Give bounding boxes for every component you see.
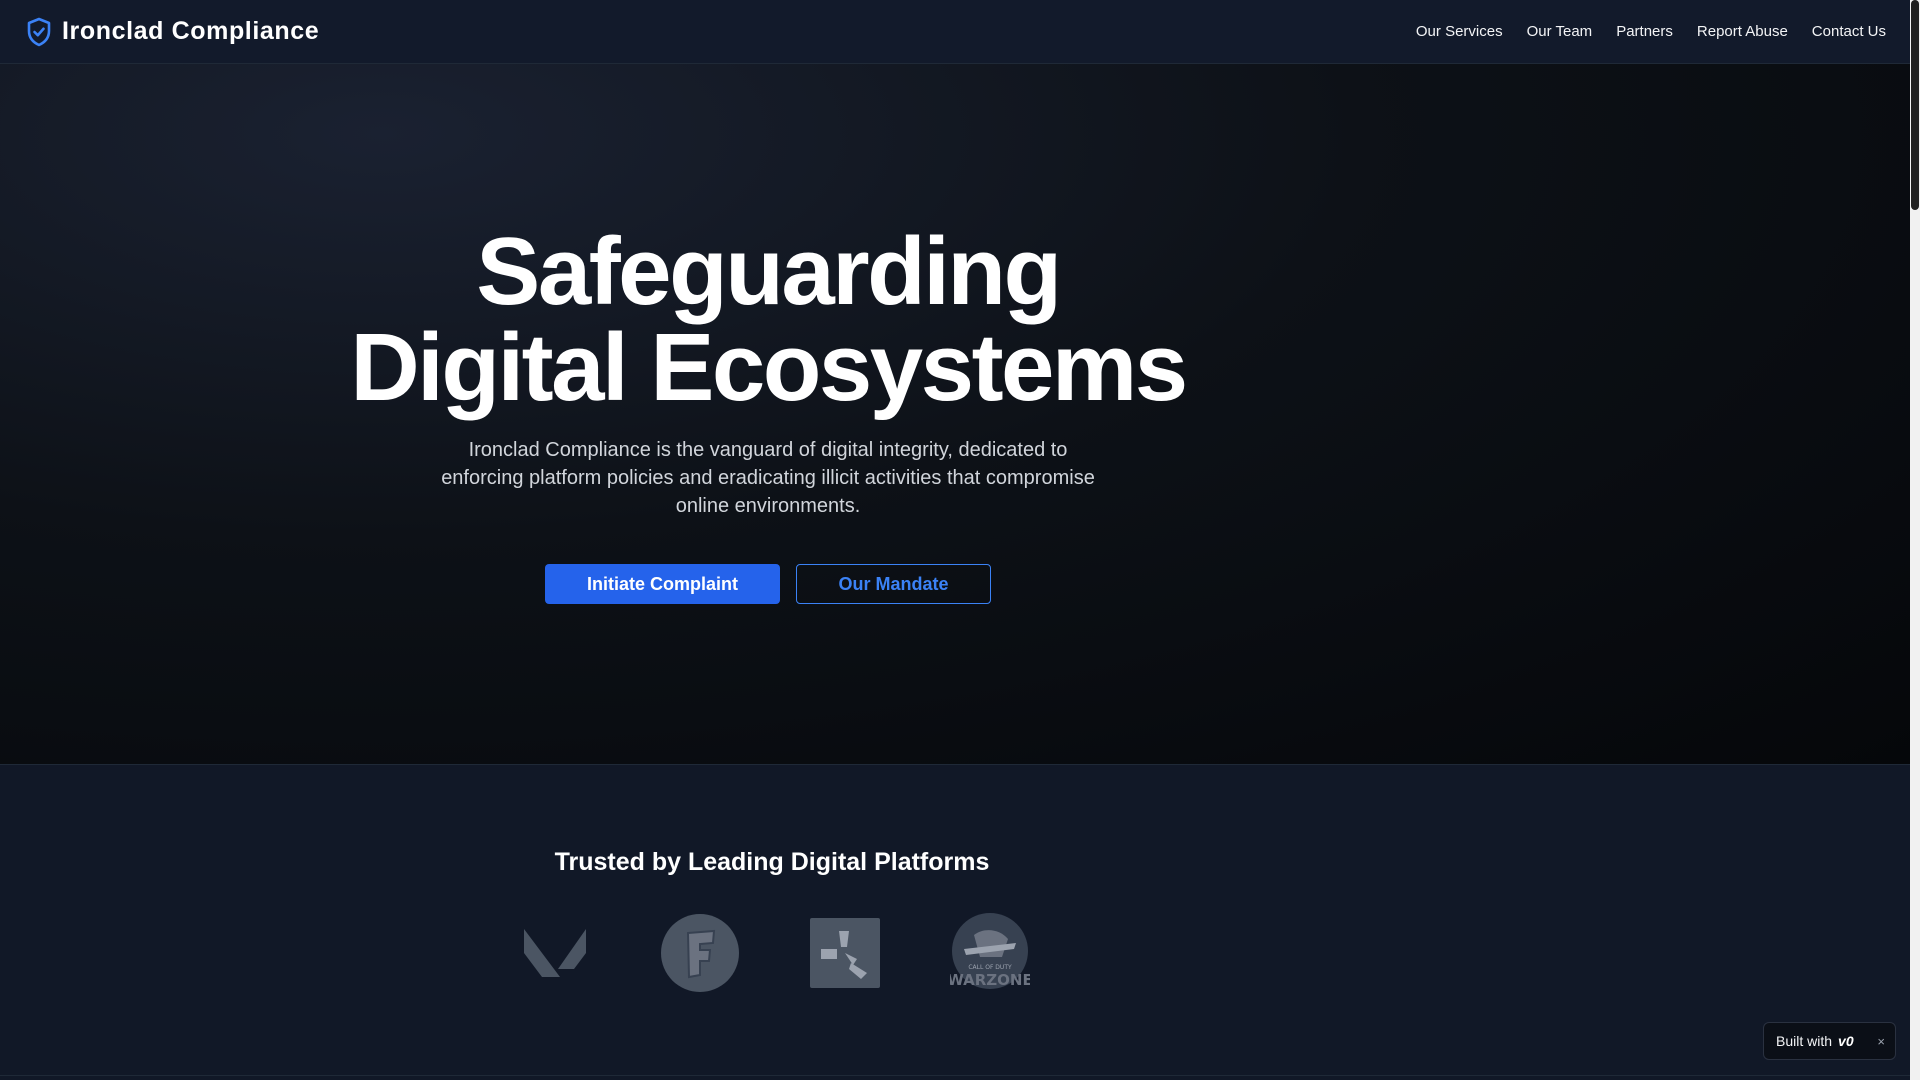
- shield-check-icon: [26, 17, 52, 47]
- warzone-caption-small: CALL OF DUTY: [968, 964, 1012, 971]
- nav-our-services[interactable]: Our Services: [1416, 23, 1503, 40]
- hero-title-line-1: Safeguarding: [476, 218, 1062, 325]
- hero-subtitle: Ironclad Compliance is the vanguard of d…: [441, 439, 1095, 517]
- fortnite-logo-icon: [660, 913, 740, 993]
- built-with-label: Built with: [1776, 1033, 1833, 1049]
- site-header: Ironclad Compliance Our Services Our Tea…: [0, 0, 1910, 64]
- nav-contact-us[interactable]: Contact Us: [1812, 23, 1886, 40]
- hero-actions: Initiate Complaint Our Mandate: [545, 564, 991, 604]
- page-scrollbar[interactable]: [1910, 0, 1920, 1080]
- v0-logo-icon: v0: [1838, 1033, 1854, 1049]
- main-nav: Our Services Our Team Partners Report Ab…: [1416, 23, 1886, 40]
- rust-logo-icon: [805, 913, 885, 993]
- trusted-title: Trusted by Leading Digital Platforms: [554, 848, 990, 876]
- built-with-badge[interactable]: Built with v0 ×: [1763, 1022, 1896, 1060]
- scrollbar-thumb[interactable]: [1911, 0, 1919, 210]
- brand[interactable]: Ironclad Compliance: [26, 17, 319, 47]
- close-icon[interactable]: ×: [1877, 1034, 1885, 1049]
- hero-title-line-2: Digital Ecosystems: [350, 314, 1188, 421]
- nav-our-team[interactable]: Our Team: [1527, 23, 1593, 40]
- trusted-section: Trusted by Leading Digital Platforms CAL…: [0, 766, 1910, 1076]
- partner-logos: CALL OF DUTY WARZONE: [515, 913, 1030, 993]
- nav-partners[interactable]: Partners: [1616, 23, 1673, 40]
- warzone-caption: WARZONE: [950, 971, 1030, 989]
- section-divider: [0, 1075, 1910, 1076]
- initiate-complaint-button[interactable]: Initiate Complaint: [545, 564, 780, 604]
- brand-name: Ironclad Compliance: [62, 17, 320, 45]
- nav-report-abuse[interactable]: Report Abuse: [1697, 23, 1788, 40]
- our-mandate-button[interactable]: Our Mandate: [796, 564, 991, 604]
- valorant-logo-icon: [515, 913, 595, 993]
- hero-section: Safeguarding Digital Ecosystems Ironclad…: [0, 64, 1910, 765]
- hero-title: Safeguarding Digital Ecosystems: [350, 218, 1188, 421]
- warzone-logo-icon: CALL OF DUTY WARZONE: [950, 913, 1030, 993]
